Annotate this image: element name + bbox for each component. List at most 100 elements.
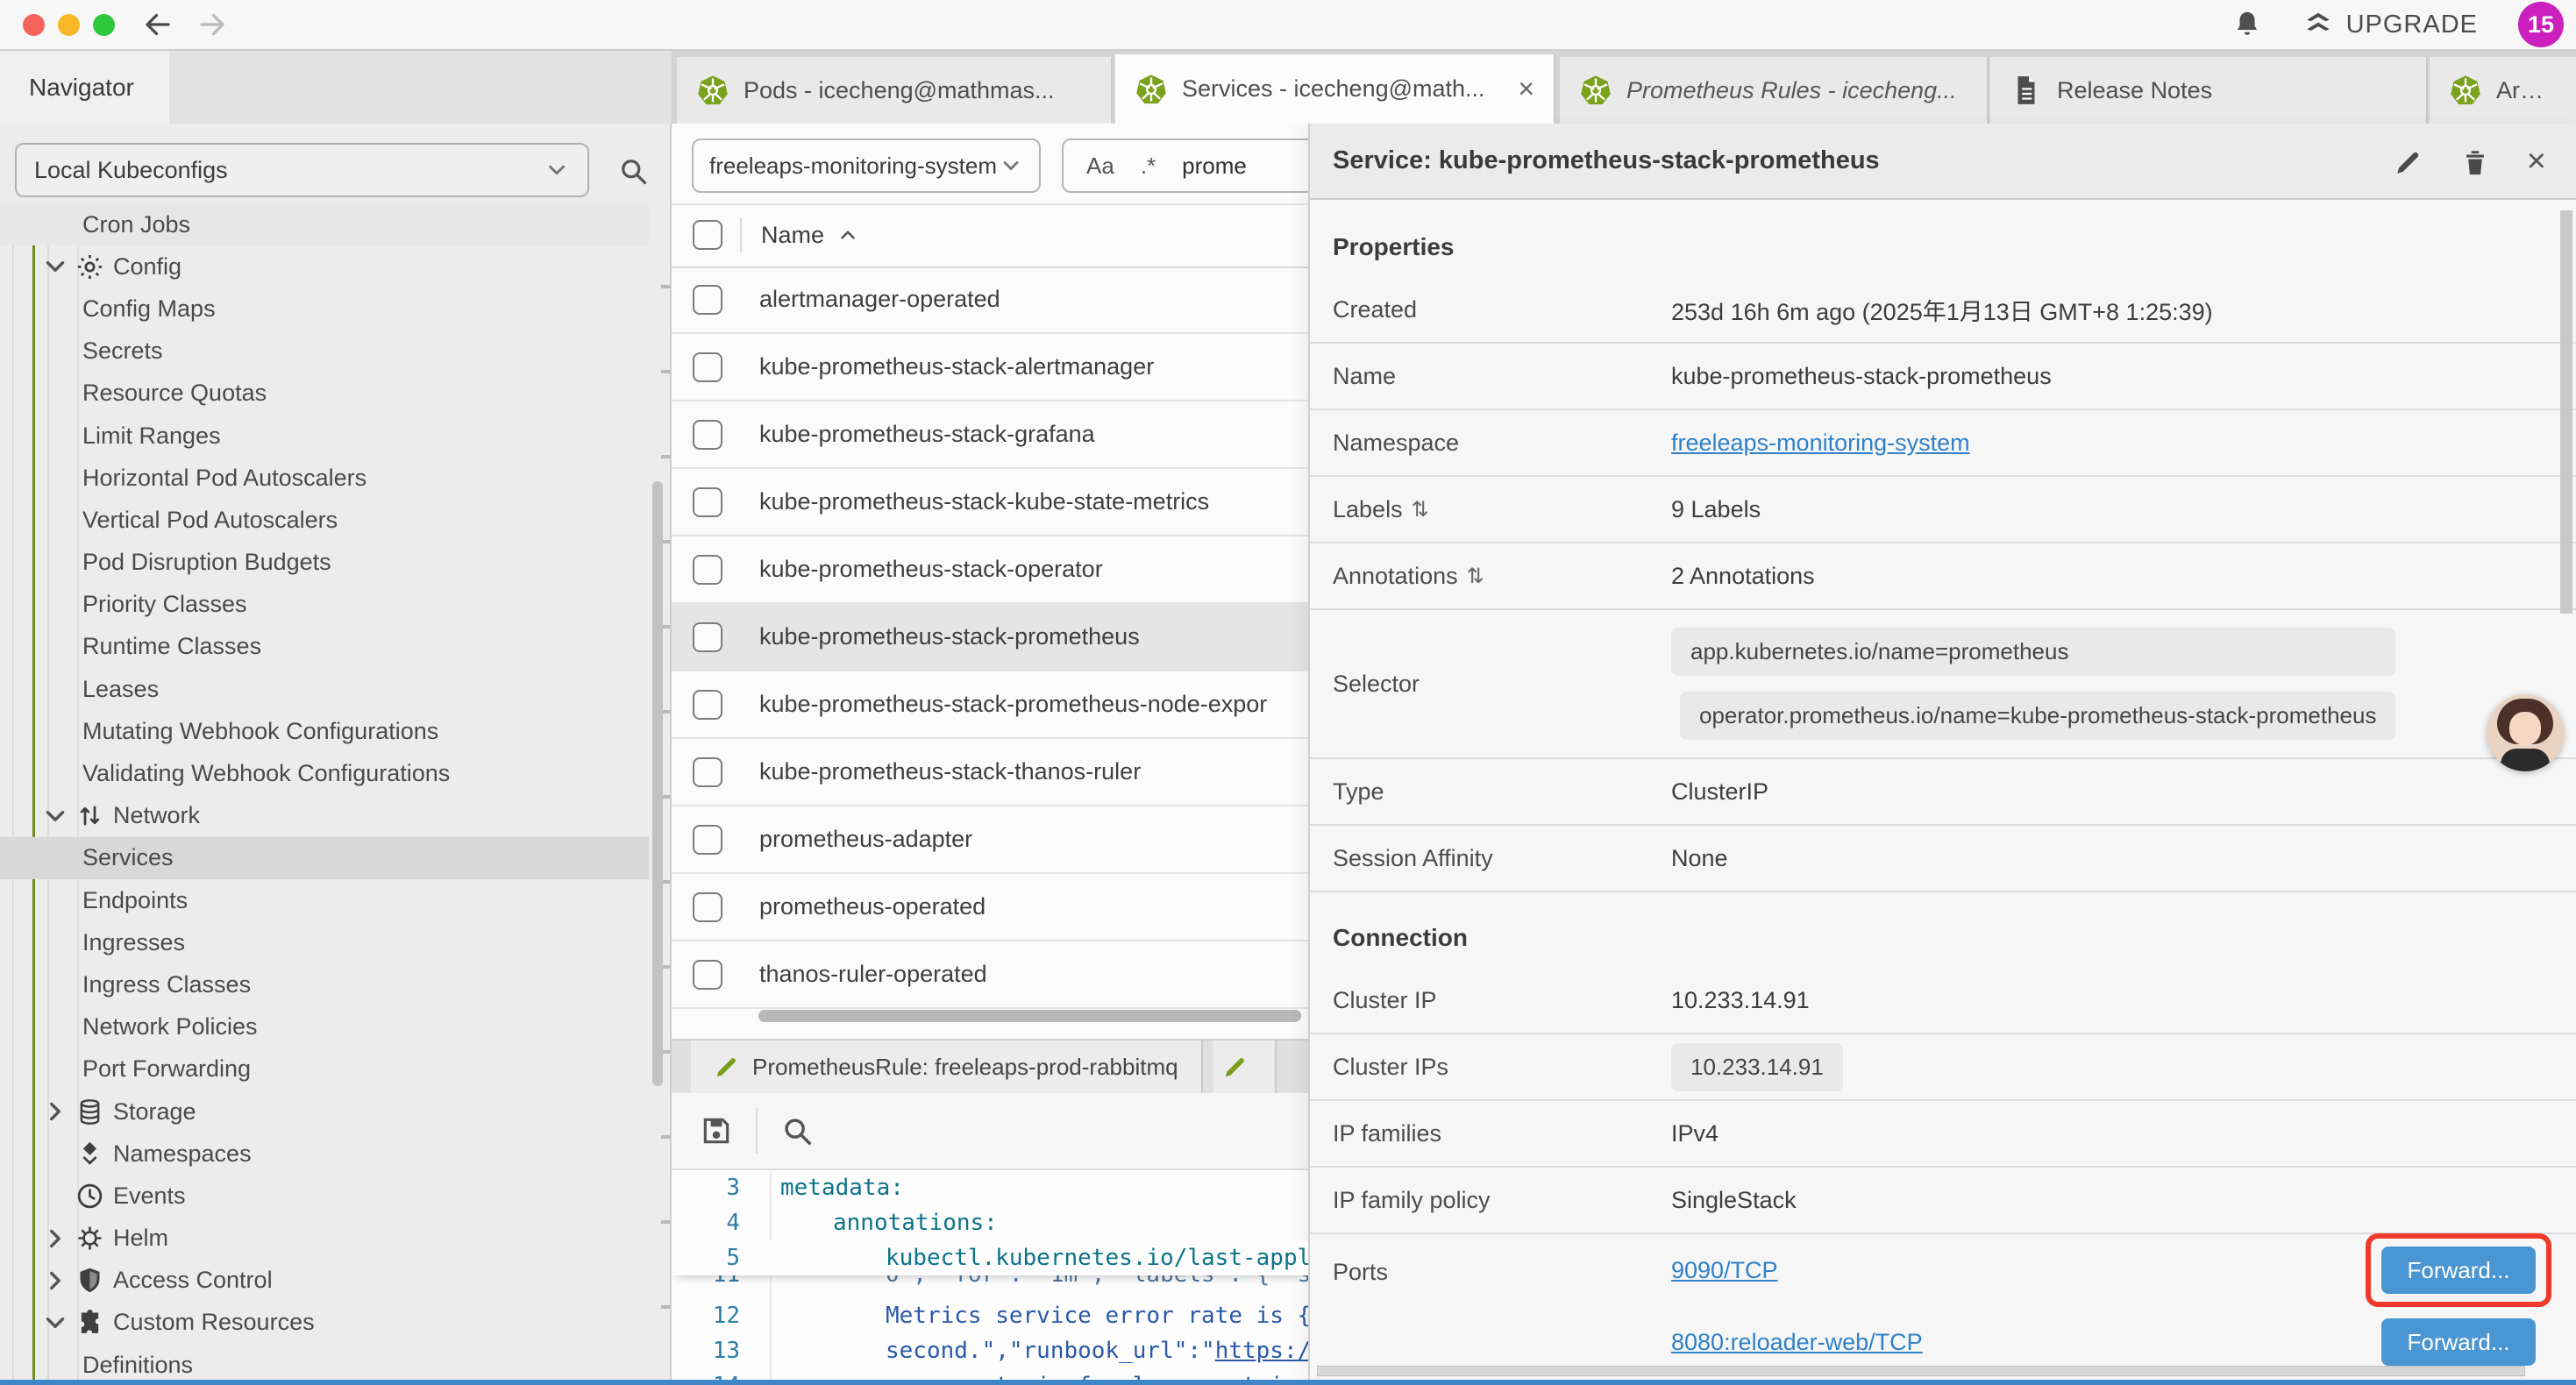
service-row[interactable]: kube-prometheus-stack-prometheus-node-ex… [672, 671, 1308, 739]
kubeconfig-select[interactable]: Local Kubeconfigs [15, 143, 589, 197]
editor-line[interactable]: 5 kubectl.kubernetes.io/last-applied-co [672, 1240, 1308, 1275]
cluster-tab[interactable]: Services - icecheng@math... × [1115, 54, 1555, 124]
sidebar-item[interactable]: Leases [0, 668, 649, 710]
code-link[interactable]: https://net [1215, 1338, 1308, 1364]
close-tab-icon[interactable]: × [1505, 73, 1534, 105]
port-link-9090[interactable]: 9090/TCP [1671, 1257, 1778, 1284]
service-row[interactable]: kube-prometheus-stack-alertmanager [672, 334, 1308, 401]
editor-line[interactable]: 14 error rate in freeleaps metrics ser [672, 1368, 1308, 1380]
editor-line[interactable]: 13 second.","runbook_url":"https://net [672, 1333, 1308, 1368]
service-row[interactable]: kube-prometheus-stack-grafana [672, 401, 1308, 469]
close-details-icon[interactable]: × [2527, 143, 2546, 181]
editor-line[interactable]: 4 annotations: [672, 1205, 1308, 1240]
sidebar-item[interactable]: Resource Quotas [0, 373, 649, 415]
upgrade-button[interactable]: UPGRADE [2302, 9, 2478, 40]
case-sensitive-toggle[interactable]: Aa [1086, 153, 1114, 180]
row-checkbox[interactable] [693, 420, 722, 450]
chev-down-icon[interactable] [40, 1308, 70, 1338]
forward-port-button[interactable]: Forward... [2381, 1318, 2536, 1366]
sidebar-item[interactable]: Secrets [0, 330, 649, 373]
editor-search-icon[interactable] [780, 1114, 814, 1147]
row-checkbox[interactable] [693, 757, 722, 787]
forward-port-button[interactable]: Forward... [2381, 1246, 2536, 1294]
chev-right-icon[interactable] [40, 1224, 70, 1254]
blank-icon[interactable] [40, 1181, 70, 1211]
service-row[interactable]: kube-prometheus-stack-operator [672, 536, 1308, 604]
cluster-tab[interactable]: Prometheus Rules - icecheng... [1560, 57, 1989, 124]
sidebar-item[interactable]: Validating Webhook Configurations [0, 752, 649, 794]
yaml-editor[interactable]: 3 metadata: 4 annotations: 5 kubectl.kub… [672, 1170, 1308, 1380]
save-icon[interactable] [700, 1114, 733, 1147]
sidebar-item[interactable]: Mutating Webhook Configurations [0, 710, 649, 752]
delete-trash-icon[interactable] [2460, 147, 2490, 177]
sidebar-item[interactable]: Runtime Classes [0, 626, 649, 668]
editor-line[interactable]: 11 0", "for": "1m", "labels": { "service… [672, 1275, 1308, 1298]
sidebar-item[interactable]: Services [0, 837, 649, 879]
cluster-tab[interactable]: Argo Se [2430, 57, 2576, 124]
service-row[interactable]: prometheus-operated [672, 874, 1308, 941]
editor-line[interactable]: 12 Metrics service error rate is {{ $va [672, 1298, 1308, 1333]
sidebar-item[interactable]: Endpoints [0, 879, 649, 921]
sort-toggle-icon[interactable]: ⇅ [1412, 497, 1429, 522]
sidebar-item[interactable]: Ingress Classes [0, 963, 649, 1005]
sidebar-item[interactable]: Config [0, 245, 649, 288]
row-checkbox[interactable] [693, 487, 722, 517]
regex-toggle[interactable]: .* [1141, 153, 1156, 180]
resource-search-input[interactable]: Aa .* prome [1062, 138, 1308, 193]
notification-count-badge[interactable]: 15 [2518, 2, 2564, 47]
sidebar-item[interactable]: Namespaces [0, 1133, 649, 1175]
row-checkbox[interactable] [693, 825, 722, 855]
sidebar-item[interactable]: Ingresses [0, 921, 649, 963]
chev-down-icon[interactable] [40, 801, 70, 831]
port-link-8080[interactable]: 8080:reloader-web/TCP [1671, 1329, 1923, 1356]
sidebar-item[interactable]: Cron Jobs [0, 203, 649, 245]
chev-right-icon[interactable] [40, 1097, 70, 1126]
row-checkbox[interactable] [693, 690, 722, 720]
sidebar-item[interactable]: Limit Ranges [0, 415, 649, 457]
sidebar-item[interactable]: Pod Disruption Budgets [0, 542, 649, 584]
sidebar-scrollbar-thumb[interactable] [652, 481, 663, 1086]
labels-value[interactable]: 9 Labels [1671, 496, 1761, 523]
sidebar-search-icon[interactable] [617, 155, 649, 187]
list-horizontal-scrollbar[interactable] [758, 1010, 1301, 1022]
edit-pencil-icon[interactable] [2394, 147, 2423, 177]
tab-navigator[interactable]: Navigator [0, 51, 169, 124]
sidebar-item[interactable]: Custom Resources [0, 1302, 649, 1344]
editor-tab[interactable]: PrometheusRule: freeleaps-prod-rabbitmq [691, 1041, 1203, 1093]
blank-icon[interactable] [40, 1139, 70, 1168]
row-checkbox[interactable] [693, 622, 722, 652]
service-row[interactable]: thanos-ruler-operated [672, 941, 1308, 1009]
sidebar-item[interactable]: Config Maps [0, 288, 649, 330]
name-column-header[interactable]: Name [761, 222, 859, 249]
sidebar-item[interactable]: Horizontal Pod Autoscalers [0, 457, 649, 499]
select-all-checkbox[interactable] [693, 220, 722, 250]
sidebar-item[interactable]: Definitions [0, 1344, 649, 1380]
editor-tab-partial[interactable] [1213, 1041, 1277, 1093]
service-row[interactable]: kube-prometheus-stack-kube-state-metrics [672, 469, 1308, 536]
sidebar-item[interactable]: Access Control [0, 1260, 649, 1302]
details-horizontal-scrollbar[interactable] [1317, 1366, 2525, 1376]
sidebar-item[interactable]: Helm [0, 1218, 649, 1260]
sidebar-item[interactable]: Port Forwarding [0, 1048, 649, 1090]
service-row[interactable]: kube-prometheus-stack-thanos-ruler [672, 739, 1308, 806]
forward-arrow-icon[interactable] [196, 9, 228, 40]
sidebar-item[interactable]: Priority Classes [0, 584, 649, 626]
sidebar-item[interactable]: Vertical Pod Autoscalers [0, 499, 649, 541]
row-checkbox[interactable] [693, 285, 722, 315]
service-row[interactable]: prometheus-adapter [672, 806, 1308, 874]
namespace-link[interactable]: freeleaps-monitoring-system [1671, 430, 1970, 457]
sort-toggle-icon[interactable]: ⇅ [1467, 564, 1484, 588]
chev-right-icon[interactable] [40, 1266, 70, 1296]
back-arrow-icon[interactable] [142, 9, 174, 40]
details-scrollbar-thumb[interactable] [2560, 210, 2572, 614]
row-checkbox[interactable] [693, 892, 722, 922]
sidebar-item[interactable]: Storage [0, 1090, 649, 1133]
sidebar-item[interactable]: Network Policies [0, 1006, 649, 1048]
annotations-value[interactable]: 2 Annotations [1671, 563, 1815, 590]
editor-line[interactable]: 3 metadata: [672, 1170, 1308, 1205]
close-window-button[interactable] [23, 14, 45, 36]
sidebar-item[interactable]: Network [0, 795, 649, 837]
maximize-window-button[interactable] [93, 14, 115, 36]
row-checkbox[interactable] [693, 555, 722, 585]
cluster-tab[interactable]: Release Notes [1990, 57, 2428, 124]
